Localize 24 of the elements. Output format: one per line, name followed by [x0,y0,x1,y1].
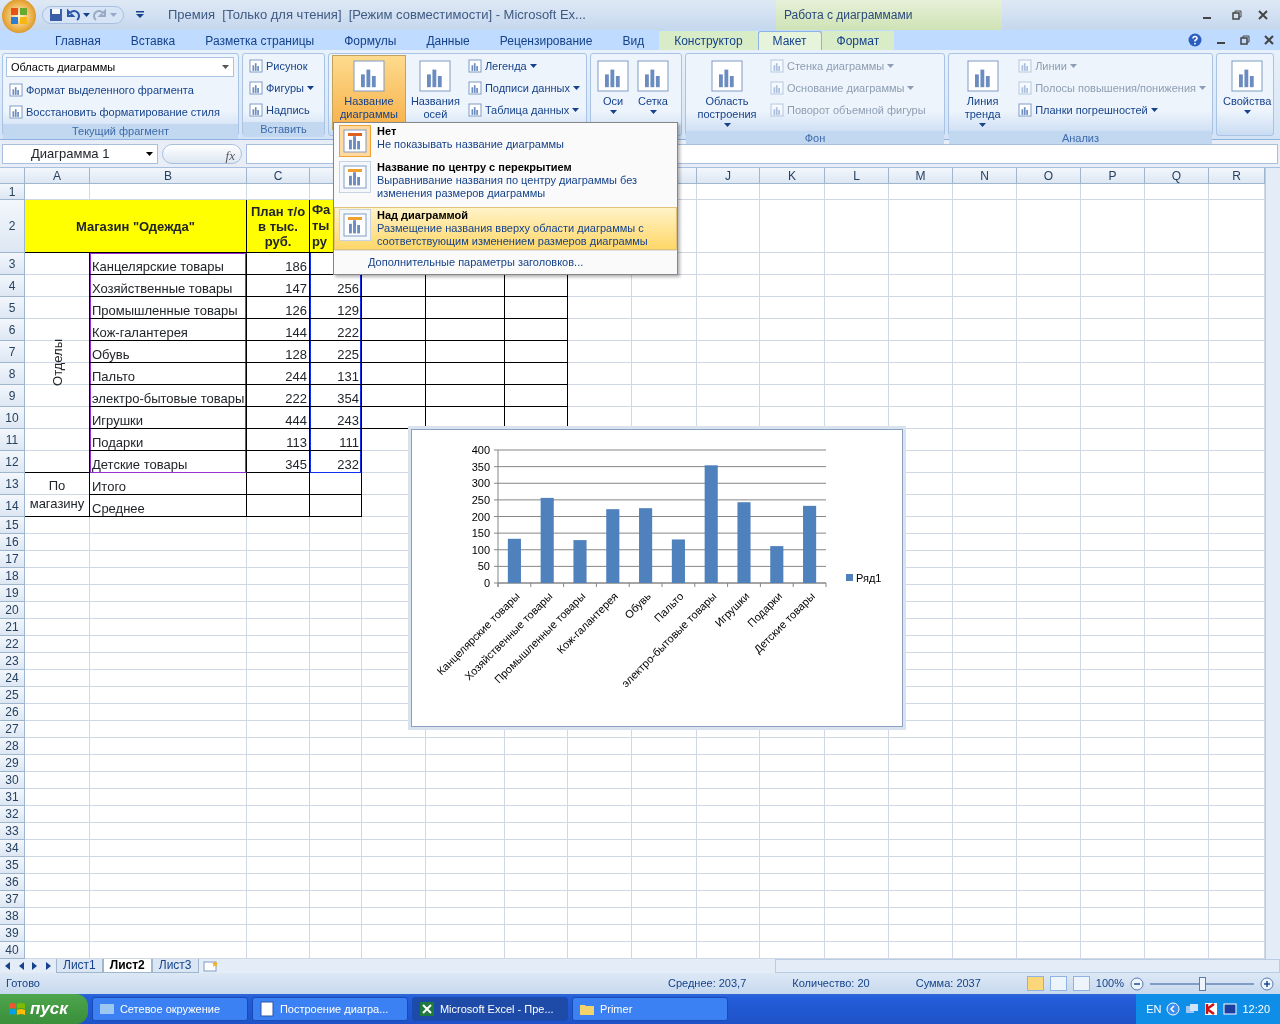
table-header-cell: Магазин "Одежда" [25,200,247,253]
status-stat: Среднее: 203,7 [667,976,747,992]
zoom-level: 100% [1095,976,1124,992]
y-tick-label: 250 [471,493,490,506]
group-label: Вставить [243,122,324,137]
y-tick-label: 200 [471,510,490,523]
status-stat: Количество: 20 [792,976,870,992]
y-tick-label: 150 [471,527,490,540]
group-label: Отделы [49,339,65,386]
status-stat: Сумма: 2037 [915,976,981,992]
y-tick-label: 50 [477,560,490,573]
chart-tools-label: Работа с диаграммами [775,0,1002,30]
clock: 12:20 [1242,1001,1270,1017]
group-label: По магазину [25,473,90,517]
window-title: Премия [Только для чтения] [Режим совместимости] - Microsoft Ex... [168,6,586,25]
legend-label: Ряд1 [856,572,882,584]
status-text: Готово [6,976,40,992]
table-header-cell: План т/о в тыс. руб. [247,200,310,253]
y-tick-label: 0 [483,577,490,589]
y-tick-label: 350 [471,460,490,473]
group-label: Текущий фрагмент [3,124,238,139]
y-tick-label: 300 [471,477,490,490]
y-tick-label: 400 [471,444,490,456]
y-tick-label: 100 [471,543,490,556]
